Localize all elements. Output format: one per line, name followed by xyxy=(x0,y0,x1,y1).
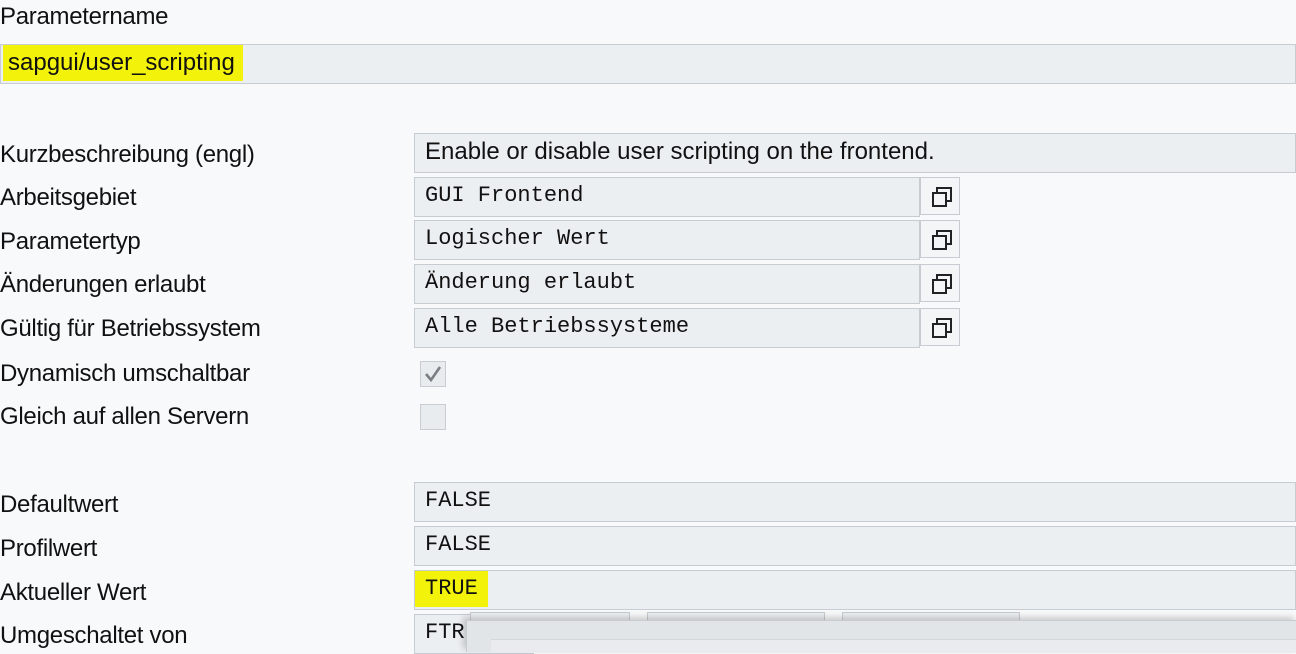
profilwert-label: Profilwert xyxy=(0,535,98,562)
aktueller-value: TRUE xyxy=(415,571,488,607)
aenderungen-field[interactable]: Änderung erlaubt xyxy=(414,264,920,304)
dynamisch-label: Dynamisch umschaltbar xyxy=(0,360,250,387)
gueltig-value-help-button[interactable] xyxy=(920,308,960,346)
profilwert-field[interactable]: FALSE xyxy=(414,526,1296,566)
kurzbeschreibung-label: Kurzbeschreibung (engl) xyxy=(0,141,255,168)
gueltig-field[interactable]: Alle Betriebssysteme xyxy=(414,308,920,348)
defaultwert-label: Defaultwert xyxy=(0,491,119,518)
gueltig-label: Gültig für Betriebssystem xyxy=(0,315,261,342)
parametertyp-label: Parametertyp xyxy=(0,228,141,255)
defaultwert-field[interactable]: FALSE xyxy=(414,482,1296,522)
value-help-icon xyxy=(932,318,952,338)
arbeitsgebiet-value-help-button[interactable] xyxy=(920,177,960,215)
parametertyp-field[interactable]: Logischer Wert xyxy=(414,220,920,260)
aenderungen-value-help-button[interactable] xyxy=(920,264,960,302)
parametertyp-value-help-button[interactable] xyxy=(920,220,960,258)
value-help-icon xyxy=(932,230,952,250)
umgeschaltet-label: Umgeschaltet von xyxy=(0,622,188,649)
arbeitsgebiet-field[interactable]: GUI Frontend xyxy=(414,177,920,217)
gleich-checkbox[interactable] xyxy=(420,404,446,430)
popup-window[interactable] xyxy=(466,620,1296,653)
value-help-icon xyxy=(932,187,952,207)
dynamisch-checkbox[interactable] xyxy=(420,361,446,387)
kurzbeschreibung-field[interactable]: Enable or disable user scripting on the … xyxy=(414,133,1296,173)
checkmark-icon xyxy=(425,366,442,383)
param-name-field[interactable]: sapgui/user_scripting xyxy=(0,44,1296,84)
aenderungen-label: Änderungen erlaubt xyxy=(0,271,206,298)
param-name-value: sapgui/user_scripting xyxy=(3,45,243,81)
param-name-label: Parametername xyxy=(0,3,169,30)
value-help-icon xyxy=(932,274,952,294)
arbeitsgebiet-label: Arbeitsgebiet xyxy=(0,184,137,211)
aktueller-field[interactable]: TRUE xyxy=(414,570,1296,610)
gleich-label: Gleich auf allen Servern xyxy=(0,403,249,430)
aktueller-label: Aktueller Wert xyxy=(0,579,147,606)
